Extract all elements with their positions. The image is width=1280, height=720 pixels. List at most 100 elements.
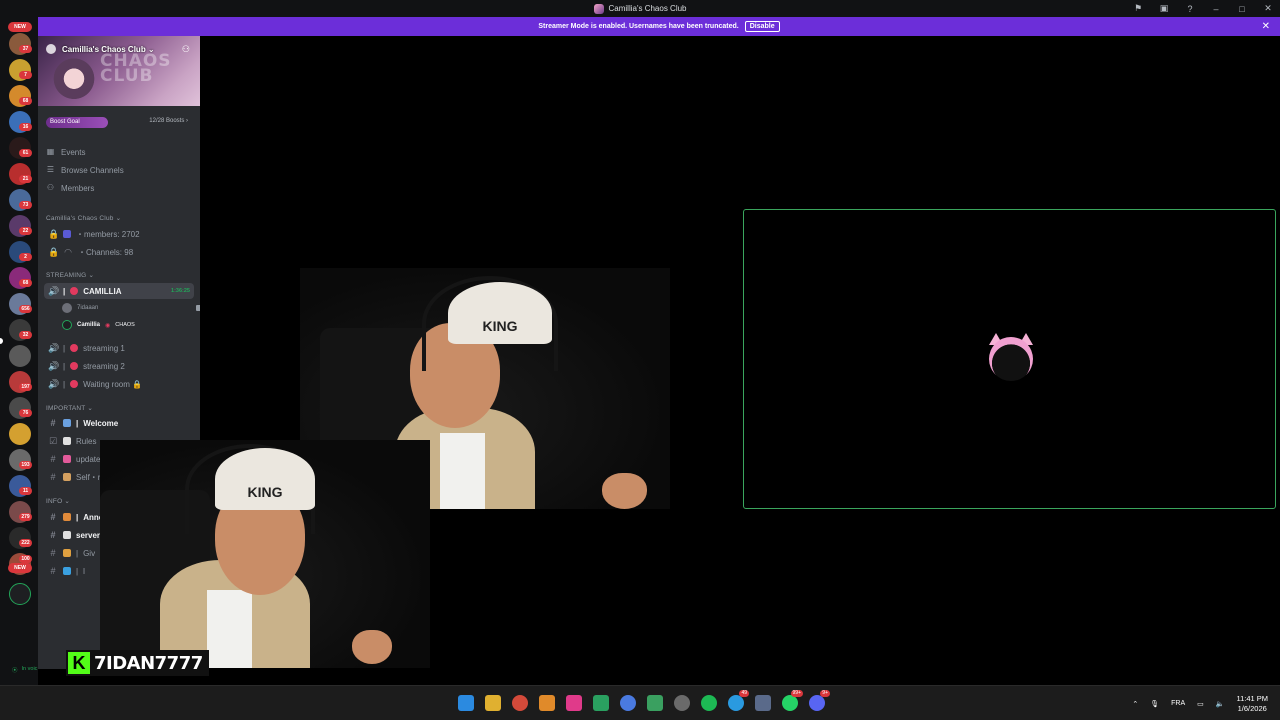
- stat-members[interactable]: 🔒 ・members: 2702: [44, 226, 194, 242]
- window-titlebar: Camillia's Chaos Club ⚑ ▣ ? – □ ✕: [0, 0, 1280, 17]
- category-streaming[interactable]: STREAMING ⌄: [46, 271, 94, 279]
- server-badge: 32: [19, 331, 32, 339]
- server-badge: 197: [19, 383, 32, 391]
- headphones-icon: ◠: [64, 246, 72, 257]
- hash-icon: #: [50, 454, 56, 464]
- lock-icon: 🔒: [48, 246, 60, 257]
- windows-taskbar: 49 99+ 9+ ⌃ 🎙 FRA ▭ 🔈 11:41 PM 1/6/2026: [0, 685, 1280, 720]
- category-server[interactable]: Camillia's Chaos Club ⌄: [46, 214, 121, 222]
- channel-camillia-live[interactable]: 🔊 | CAMILLIA 1:36:25: [44, 283, 194, 299]
- server-header[interactable]: Camillia's Chaos Club ⌄ ⚇ CHAOS CLUB: [38, 36, 200, 106]
- kick-logo-icon: K: [68, 652, 90, 674]
- server-badge: 279: [19, 513, 32, 521]
- banner-text: Streamer Mode is enabled. Usernames have…: [538, 23, 739, 30]
- hash-icon: #: [50, 512, 56, 522]
- server-badge: 61: [19, 149, 32, 157]
- microphone-icon[interactable]: 🎙: [1150, 700, 1159, 708]
- stat-channels[interactable]: 🔒 ◠ ・Channels: 98: [44, 244, 194, 260]
- hash-icon: #: [50, 472, 56, 482]
- window-controls: ⚑ ▣ ? – □ ✕: [1132, 0, 1274, 17]
- instagram-icon[interactable]: [566, 695, 582, 711]
- new-badge-top: NEW: [8, 22, 32, 32]
- maximize-button[interactable]: □: [1236, 4, 1248, 14]
- app-icon[interactable]: [647, 695, 663, 711]
- file-explorer-icon[interactable]: [485, 695, 501, 711]
- chevron-up-icon[interactable]: ⌃: [1132, 700, 1138, 708]
- server-badge: 193: [19, 461, 32, 469]
- minimize-button[interactable]: –: [1210, 4, 1222, 14]
- clock-date: 1/6/2026: [1237, 703, 1267, 713]
- voice-connected-icon[interactable]: [9, 583, 31, 605]
- obs-icon[interactable]: [674, 695, 690, 711]
- server-rail: NEW 37 7 68 16 61 21 73 22 2 68 656 32 1…: [0, 17, 38, 685]
- settings-icon[interactable]: [755, 695, 771, 711]
- unread-pill: [0, 338, 3, 344]
- streamer-mode-banner: Streamer Mode is enabled. Usernames have…: [38, 17, 1280, 36]
- channel-emoji-icon: [63, 513, 71, 521]
- channel-emoji-icon: [70, 380, 79, 388]
- server-icon[interactable]: [9, 423, 31, 445]
- browser-icon[interactable]: [620, 695, 636, 711]
- taskbar-apps: 49 99+ 9+: [458, 690, 830, 711]
- hash-icon: #: [50, 530, 56, 540]
- inbox-icon[interactable]: ⚑: [1132, 3, 1144, 14]
- channel-emoji-icon: [63, 437, 71, 445]
- start-icon[interactable]: [458, 695, 474, 711]
- chrome-icon[interactable]: [512, 695, 528, 711]
- server-badge: 73: [19, 201, 32, 209]
- language-indicator[interactable]: FRA: [1171, 700, 1185, 707]
- nav-browse-channels[interactable]: ☰ Browse Channels: [46, 162, 124, 178]
- hash-icon: #: [50, 566, 56, 576]
- system-tray: ⌃ 🎙 FRA ▭ 🔈 11:41 PM 1/6/2026: [1132, 686, 1268, 720]
- server-badge: 22: [19, 227, 32, 235]
- volume-icon[interactable]: 🔈: [1216, 700, 1225, 708]
- channel-emoji-icon: [63, 531, 71, 539]
- boost-goal[interactable]: Boost Goal 12/28 Boosts ›: [38, 110, 200, 132]
- channel-waiting-room[interactable]: 🔊 | Waiting room 🔒: [44, 376, 194, 392]
- help-icon[interactable]: ?: [1184, 4, 1196, 14]
- screen-share-icon[interactable]: ▣: [1158, 3, 1170, 14]
- app-icon[interactable]: [539, 695, 555, 711]
- close-window-button[interactable]: ✕: [1262, 3, 1274, 14]
- server-banner-image: [52, 58, 96, 104]
- voice-user[interactable]: 7idaaan: [62, 301, 200, 315]
- channel-streaming-1[interactable]: 🔊 | streaming 1: [44, 340, 194, 356]
- network-icon[interactable]: ▭: [1197, 700, 1204, 708]
- server-icon[interactable]: [9, 345, 31, 367]
- nav-events[interactable]: ▦ Events: [46, 144, 86, 160]
- voice-icon: 🔊: [48, 342, 60, 353]
- close-banner-icon[interactable]: ✕: [1262, 21, 1270, 32]
- category-important[interactable]: IMPORTANT ⌄: [46, 404, 93, 412]
- new-badge-bottom: NEW: [8, 563, 32, 573]
- live-timer: 1:36:25: [171, 288, 190, 294]
- server-badge: 656: [19, 305, 32, 313]
- voice-status[interactable]: ⦿ In voic: [12, 666, 37, 674]
- channel-emoji-icon: [70, 287, 79, 295]
- participant-tile[interactable]: [743, 209, 1276, 509]
- nav-members[interactable]: ⚇ Members: [46, 180, 94, 196]
- disable-streamer-mode-button[interactable]: Disable: [744, 21, 780, 32]
- discord-icon[interactable]: 9+: [809, 690, 830, 711]
- category-info[interactable]: INFO ⌄: [46, 497, 70, 505]
- hash-icon: #: [50, 418, 56, 428]
- spotify-icon[interactable]: [701, 695, 717, 711]
- server-badge: 68: [19, 97, 32, 105]
- app-icon[interactable]: [593, 695, 609, 711]
- members-icon: ⚇: [46, 183, 55, 192]
- server-badge: 100: [19, 555, 32, 563]
- avatar: [62, 320, 72, 330]
- channel-emoji-icon: [70, 362, 79, 370]
- streamer-username: 7IDAN7777: [94, 652, 203, 674]
- people-icon: [63, 230, 71, 238]
- clock[interactable]: 11:41 PM 1/6/2026: [1236, 694, 1268, 714]
- channel-emoji-icon: [63, 419, 71, 427]
- server-badge-icon: [46, 44, 56, 54]
- server-badge: 2: [19, 253, 32, 261]
- voice-user-live[interactable]: Camillia ◉ CHAOS: [62, 318, 135, 332]
- channel-streaming-2[interactable]: 🔊 | streaming 2: [44, 358, 194, 374]
- telegram-icon[interactable]: 49: [728, 690, 749, 711]
- signal-icon: ⦿: [12, 668, 18, 674]
- channel-welcome[interactable]: # | Welcome: [44, 415, 194, 431]
- server-badge: 68: [19, 279, 32, 287]
- whatsapp-icon[interactable]: 99+: [782, 690, 803, 711]
